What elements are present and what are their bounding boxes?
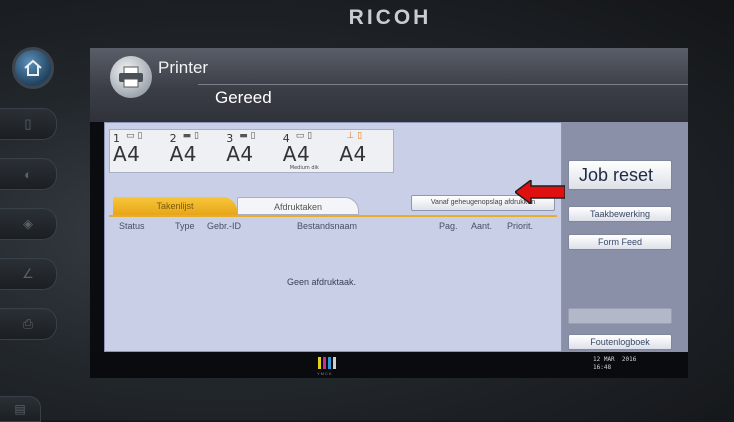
tray-icon: ▬ ▯ [182, 131, 199, 141]
tab-print-jobs[interactable]: Afdruktaken [237, 197, 359, 215]
tray-paper-size: A4 [226, 142, 254, 166]
column-header-type: Type [175, 221, 195, 231]
clock-time: 16:48 [593, 364, 612, 371]
screen-header: Printer Gereed [90, 48, 688, 122]
app-title: Printer [158, 58, 209, 77]
column-header-priority: Priorit. [507, 221, 534, 231]
printer-status: Gereed [215, 88, 272, 107]
disabled-button [568, 308, 672, 324]
clock-date: 12 MAR 2016 [593, 356, 637, 363]
paper-trays: 1 ▭ ▯ A4 2 ▬ ▯ A4 3 ▬ ▯ A4 4 ▭ ▯ A4 Medi… [109, 129, 394, 173]
tray-3[interactable]: 3 ▬ ▯ A4 [223, 130, 275, 172]
tray-note: Medium dik [289, 165, 319, 171]
settings-icon: ◈ [23, 216, 33, 231]
tray-paper-size: A4 [339, 142, 367, 166]
action-column: Job reset Taakbewerking Form Feed Fouten… [562, 122, 688, 352]
ink-level-icon [318, 357, 338, 371]
column-header-copies: Aant. [471, 221, 493, 231]
side-button-4[interactable]: ∠ [0, 258, 57, 290]
form-feed-button[interactable]: Form Feed [568, 234, 672, 250]
column-header-status: Status [119, 221, 145, 231]
tray-bypass[interactable]: ⊥ ▯ A4 [336, 130, 388, 172]
clock: 12 MAR 2016 16:48 [593, 356, 636, 372]
bypass-tray-icon: ⊥ ▯ [346, 131, 363, 141]
header-divider [198, 84, 688, 85]
side-button-3[interactable]: ◈ [0, 208, 57, 240]
error-log-button[interactable]: Foutenlogboek [568, 334, 672, 350]
column-header-pages: Pag. [439, 221, 458, 231]
document-icon: ▯ [24, 116, 32, 131]
tray-paper-size: A4 [282, 142, 311, 166]
tab-underline [109, 215, 557, 217]
column-header-user-id: Gebr.-ID [207, 221, 242, 231]
status-footer: YMCK 12 MAR 2016 16:48 [90, 352, 688, 378]
printer-icon [110, 56, 152, 98]
job-reset-button[interactable]: Job reset [568, 160, 672, 190]
column-header-filename: Bestandsnaam [297, 221, 358, 231]
tray-paper-size: A4 [169, 142, 197, 166]
tray-2[interactable]: 2 ▬ ▯ A4 [167, 130, 219, 172]
tray-icon: ▬ ▯ [239, 131, 256, 141]
tray-icon: ▭ ▯ [126, 131, 143, 141]
home-icon [24, 59, 42, 76]
empty-job-list-message: Geen afdruktaak. [287, 277, 357, 287]
tray-paper-size: A4 [113, 142, 141, 166]
brand-logo: RICOH [348, 6, 432, 29]
print-icon: ⎙ [22, 316, 34, 331]
tray-1[interactable]: 1 ▭ ▯ A4 [110, 130, 162, 172]
side-button-2[interactable]: ◐ [0, 158, 57, 190]
tray-4[interactable]: 4 ▭ ▯ A4 Medium dik [280, 130, 332, 172]
pen-icon: ∠ [22, 266, 34, 281]
side-button-bottom[interactable]: ▤ [0, 396, 41, 422]
ink-label: YMCK [317, 371, 333, 376]
side-button-1[interactable]: ▯ [0, 108, 57, 140]
home-button[interactable] [12, 47, 54, 89]
energy-icon: ◐ [24, 166, 32, 182]
tab-job-list[interactable]: Takenlijst [113, 197, 237, 215]
menu-icon: ▤ [14, 402, 26, 416]
red-arrow-annotation [515, 180, 565, 204]
tray-icon: ▭ ▯ [295, 131, 313, 141]
side-button-5[interactable]: ⎙ [0, 308, 57, 340]
job-panel: 1 ▭ ▯ A4 2 ▬ ▯ A4 3 ▬ ▯ A4 4 ▭ ▯ A4 Medi… [104, 122, 562, 352]
touch-screen: Printer Gereed 1 ▭ ▯ A4 2 ▬ ▯ A4 3 ▬ ▯ A… [90, 48, 688, 378]
job-edit-button[interactable]: Taakbewerking [568, 206, 672, 222]
